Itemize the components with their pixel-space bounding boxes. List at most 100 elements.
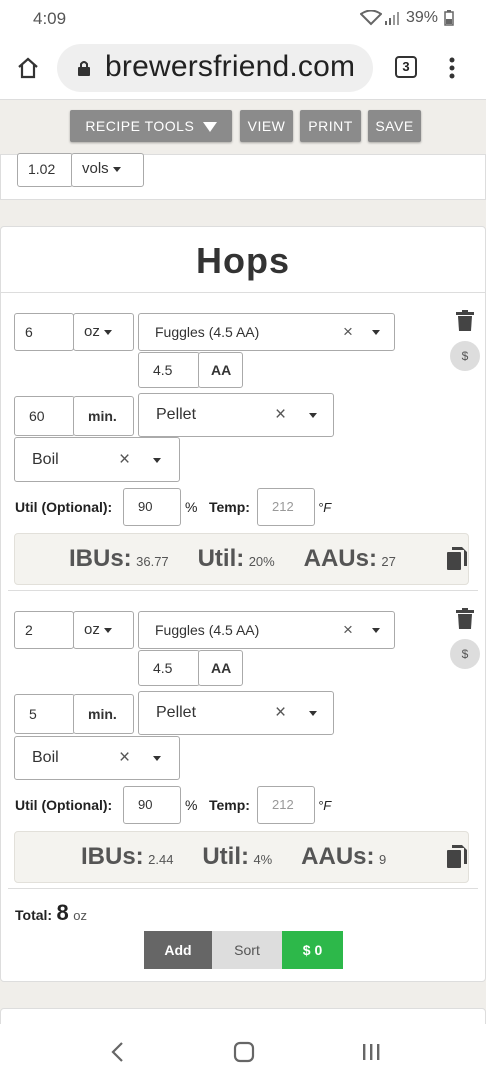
caret-down-icon[interactable] — [372, 628, 380, 633]
hop-stats-bar: IBUs: 36.77 Util: 20% AAUs: 27 — [14, 533, 469, 585]
back-icon[interactable] — [110, 1041, 124, 1068]
percent-label: % — [185, 499, 198, 515]
hops-header: Hops — [1, 227, 485, 293]
hop-unit-label: oz — [84, 621, 100, 638]
caret-down-icon — [112, 166, 121, 172]
copy-icon[interactable] — [447, 547, 467, 576]
hop-stats: IBUs: 36.77 Util: 20% AAUs: 27 — [69, 545, 396, 573]
aa-label: AA — [198, 352, 243, 388]
caret-down-icon — [202, 122, 217, 133]
carbonation-unit-select[interactable]: vols — [71, 153, 144, 187]
hop-variety-select[interactable]: Fuggles (4.5 AA) × — [138, 313, 395, 351]
util-input[interactable]: 90 — [123, 488, 181, 526]
recipe-tools-button[interactable]: RECIPE TOOLS — [70, 110, 232, 142]
aaus-label: AAUs: — [301, 843, 375, 870]
hop-amount-input[interactable]: 2 — [14, 611, 74, 649]
util-stat-label: Util: — [202, 843, 249, 870]
hop-aa-input[interactable]: 4.5 — [138, 650, 200, 686]
ibus-value: 2.44 — [148, 852, 174, 867]
caret-down-icon[interactable] — [309, 711, 317, 716]
temp-input[interactable]: 212 — [257, 786, 315, 824]
unit-label: vols — [82, 160, 109, 177]
total-label: Total: — [15, 907, 53, 923]
caret-down-icon — [104, 329, 113, 335]
percent-label: % — [185, 797, 198, 813]
hop-form-select[interactable]: Pellet × — [138, 393, 334, 437]
hop-time-input[interactable]: 5 — [14, 694, 75, 734]
temp-input[interactable]: 212 — [257, 488, 315, 526]
util-label: Util (Optional): — [15, 797, 113, 813]
previous-section: 1.02 vols — [0, 153, 486, 200]
aaus-label: AAUs: — [303, 545, 377, 572]
save-button[interactable]: SAVE — [368, 110, 421, 142]
cost-button[interactable]: $ — [450, 639, 480, 669]
hop-stats-bar: IBUs: 2.44 Util: 4% AAUs: 9 — [14, 831, 469, 883]
util-label: Util (Optional): — [15, 499, 113, 515]
hop-aa-input[interactable]: 4.5 — [138, 352, 200, 388]
print-button[interactable]: PRINT — [300, 110, 361, 142]
hop-form-label: Pellet — [156, 406, 197, 423]
home-button-icon[interactable] — [233, 1041, 255, 1068]
clear-icon[interactable]: × — [343, 314, 353, 350]
clear-icon[interactable]: × — [275, 692, 286, 734]
url-text: brewersfriend.com — [105, 50, 356, 83]
trash-icon[interactable] — [455, 608, 475, 635]
total-unit: oz — [73, 908, 87, 923]
cost-button[interactable]: $ — [450, 341, 480, 371]
temp-label: Temp: — [209, 797, 250, 813]
recipe-tools-label: RECIPE TOOLS — [85, 118, 195, 134]
util-input[interactable]: 90 — [123, 786, 181, 824]
hop-use-label: Boil — [32, 451, 59, 468]
add-hop-button[interactable]: Add — [144, 931, 212, 969]
aaus-value: 27 — [381, 554, 396, 569]
android-nav-bar — [0, 1024, 486, 1080]
caret-down-icon — [104, 627, 113, 633]
home-icon[interactable] — [16, 56, 40, 85]
trash-icon[interactable] — [455, 310, 475, 337]
hop-stats: IBUs: 2.44 Util: 4% AAUs: 9 — [81, 843, 386, 871]
battery-percent: 39% — [406, 9, 439, 26]
caret-down-icon[interactable] — [309, 413, 317, 418]
hop-use-select[interactable]: Boil × — [14, 437, 180, 482]
sort-button[interactable]: Sort — [212, 931, 282, 969]
tab-count-button[interactable]: 3 — [395, 56, 417, 78]
hop-use-select[interactable]: Boil × — [14, 736, 180, 780]
wifi-icon — [359, 9, 383, 31]
hop-amount-input[interactable]: 6 — [14, 313, 74, 351]
hop-variety-label: Fuggles (4.5 AA) — [155, 324, 260, 340]
carbonation-input[interactable]: 1.02 — [17, 153, 73, 187]
hop-time-unit: min. — [73, 396, 134, 436]
hop-unit-select[interactable]: oz — [73, 313, 134, 351]
caret-down-icon[interactable] — [372, 330, 380, 335]
status-bar: 4:09 39% — [0, 0, 486, 36]
hop-unit-select[interactable]: oz — [73, 611, 134, 649]
hops-title: Hops — [196, 240, 290, 281]
hop-use-label: Boil — [32, 749, 59, 766]
caret-down-icon[interactable] — [153, 756, 161, 761]
aaus-value: 9 — [378, 852, 387, 867]
url-bar[interactable]: brewersfriend.com — [57, 44, 373, 92]
more-menu-icon[interactable] — [449, 56, 455, 85]
clear-icon[interactable]: × — [119, 737, 130, 779]
ibus-label: IBUs: — [69, 545, 132, 572]
aa-label: AA — [198, 650, 243, 686]
clear-icon[interactable]: × — [119, 438, 130, 481]
battery-icon — [444, 10, 454, 31]
temp-label: Temp: — [209, 499, 250, 515]
temp-unit: °F — [318, 798, 332, 813]
ibus-label: IBUs: — [81, 843, 144, 870]
clear-icon[interactable]: × — [275, 394, 286, 436]
hop-form-select[interactable]: Pellet × — [138, 691, 334, 735]
view-button[interactable]: VIEW — [240, 110, 293, 142]
hop-variety-select[interactable]: Fuggles (4.5 AA) × — [138, 611, 395, 649]
hop-unit-label: oz — [84, 323, 100, 340]
recents-icon[interactable] — [361, 1042, 381, 1067]
hop-time-input[interactable]: 60 — [14, 396, 75, 436]
hops-total: Total: 8 oz — [15, 900, 87, 926]
signal-icon — [384, 10, 400, 31]
clear-icon[interactable]: × — [343, 612, 353, 648]
copy-icon[interactable] — [447, 845, 467, 874]
cost-total-button[interactable]: $ 0 — [282, 931, 343, 969]
temp-unit: °F — [318, 500, 332, 515]
caret-down-icon[interactable] — [153, 458, 161, 463]
